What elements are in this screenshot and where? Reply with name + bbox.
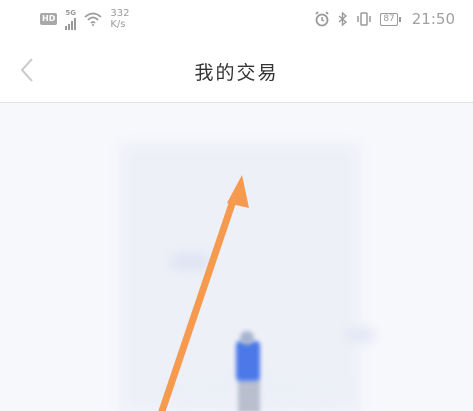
arrow-head [227, 175, 249, 208]
arrow-shaft [158, 194, 238, 411]
annotation-arrow [158, 175, 249, 411]
